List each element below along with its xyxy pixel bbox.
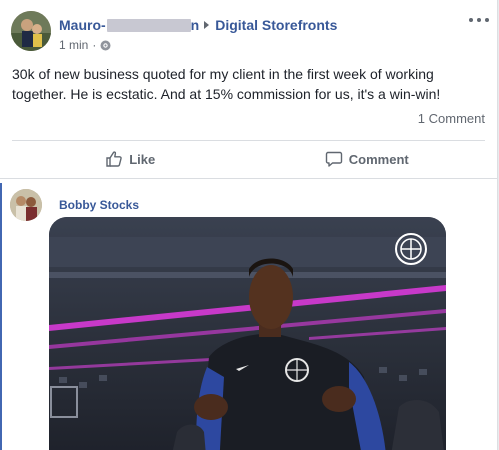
commenter-name[interactable]: Bobby Stocks [59, 198, 139, 212]
thumbs-up-icon [106, 151, 123, 167]
comment-item: Bobby Stocks [0, 183, 497, 450]
page: Mauro- n Digital Storefronts 1 min · 30k… [0, 0, 499, 450]
audience-icon[interactable] [100, 40, 111, 51]
comment-label: Comment [348, 151, 409, 167]
post-card: Mauro- n Digital Storefronts 1 min · 30k… [0, 0, 498, 450]
redacted-name [106, 18, 191, 32]
commenter-avatar[interactable] [10, 189, 42, 221]
post-author-line: Mauro- n Digital Storefronts [59, 17, 337, 33]
more-options-icon[interactable] [469, 15, 489, 25]
like-label: Like [129, 151, 156, 167]
author-name-tail[interactable]: n [191, 17, 200, 33]
post-header: Mauro- n Digital Storefronts 1 min · [11, 11, 491, 57]
arrow-right-icon [204, 21, 210, 29]
arena-player-gif [49, 217, 446, 450]
divider-bottom [0, 178, 497, 179]
post-time[interactable]: 1 min [59, 38, 88, 52]
meta-separator: · [92, 38, 97, 52]
author-avatar[interactable] [11, 11, 51, 51]
like-button[interactable]: Like [12, 141, 249, 177]
comment-button[interactable]: Comment [249, 141, 486, 177]
group-name[interactable]: Digital Storefronts [215, 17, 337, 33]
post-actions: Like Comment [12, 141, 485, 177]
comment-count[interactable]: 1 Comment [418, 111, 485, 126]
comment-gif[interactable] [49, 217, 446, 450]
post-meta: 1 min · [59, 38, 111, 52]
post-body: 30k of new business quoted for my client… [12, 66, 441, 102]
comment-bubble-icon [325, 151, 342, 167]
author-name[interactable]: Mauro- [59, 17, 106, 33]
